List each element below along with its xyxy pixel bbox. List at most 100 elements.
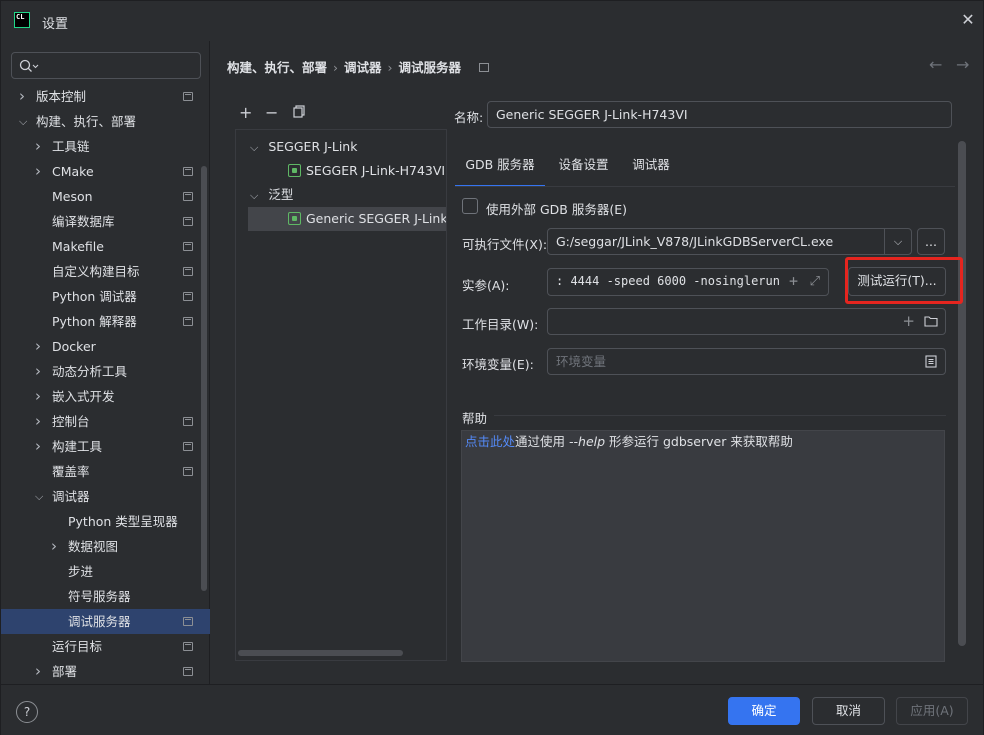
ok-button[interactable]: 确定	[728, 697, 800, 725]
breadcrumb-part[interactable]: 调试器	[344, 60, 382, 75]
sidebar-scrollbar[interactable]	[201, 166, 207, 591]
name-field[interactable]: Generic SEGGER J-Link-H743VI	[487, 101, 952, 128]
main-panel: 构建、执行、部署 › 调试器 › 调试服务器 ← → + − ⌵ SEGGER J-Lin…	[211, 41, 983, 684]
chevron-right-icon[interactable]: ›	[35, 134, 47, 159]
chevron-right-icon[interactable]: ›	[19, 84, 31, 109]
page-icon	[183, 192, 193, 201]
sidebar-item[interactable]: › Docker	[1, 334, 210, 359]
use-external-gdb-checkbox[interactable]	[462, 198, 478, 214]
sidebar-item[interactable]: › 控制台	[1, 409, 210, 434]
forward-arrow-icon[interactable]: →	[956, 55, 969, 74]
tab-gdb-server[interactable]: GDB 服务器	[455, 153, 545, 187]
copy-config-button[interactable]	[293, 105, 305, 121]
sidebar-item[interactable]: › CMake	[1, 159, 210, 184]
sidebar-item[interactable]: Python 调试器	[1, 284, 210, 309]
search-input[interactable]	[11, 52, 201, 79]
chevron-down-icon: ⌵	[250, 189, 259, 202]
sidebar-item-label: CMake	[52, 164, 94, 179]
workdir-field[interactable]: +	[547, 308, 946, 335]
list-horizontal-scrollbar[interactable]	[238, 650, 403, 656]
sidebar-item-label: 数据视图	[68, 539, 119, 554]
plus-icon[interactable]: +	[902, 309, 915, 334]
sidebar-item[interactable]: 调试服务器	[1, 609, 210, 634]
list-icon[interactable]	[925, 355, 937, 368]
chevron-right-icon[interactable]: ›	[51, 534, 63, 559]
sidebar-item[interactable]: › 嵌入式开发	[1, 384, 210, 409]
page-icon	[183, 442, 193, 451]
help-button[interactable]: ?	[16, 701, 38, 723]
list-group[interactable]: ⌵ SEGGER J-Link	[236, 135, 446, 159]
list-item-selected[interactable]: Generic SEGGER J-Link-H743VI	[248, 207, 446, 231]
cancel-button[interactable]: 取消	[812, 697, 885, 725]
sidebar-item-label: 调试服务器	[68, 614, 131, 629]
remove-config-button[interactable]: −	[265, 103, 278, 122]
tab-device-settings[interactable]: 设备设置	[551, 153, 616, 187]
sidebar-item[interactable]: 自定义构建目标	[1, 259, 210, 284]
chevron-right-icon[interactable]: ›	[35, 659, 47, 684]
breadcrumb-separator: ›	[333, 60, 339, 75]
list-group-label: SEGGER J-Link	[268, 139, 358, 154]
sidebar-item[interactable]: ⌵ 构建、执行、部署	[1, 109, 210, 134]
chevron-right-icon[interactable]: ›	[35, 334, 47, 359]
folder-icon[interactable]	[924, 315, 938, 327]
sidebar-item-label: 步进	[68, 564, 94, 579]
sidebar-item-label: 运行目标	[52, 639, 103, 654]
back-arrow-icon[interactable]: ←	[929, 55, 942, 74]
chevron-right-icon[interactable]: ›	[35, 359, 47, 384]
chevron-right-icon[interactable]: ›	[35, 434, 47, 459]
plus-icon[interactable]: +	[789, 269, 798, 294]
executable-combobox[interactable]: G:/seggar/JLink_V878/JLinkGDBServerCL.ex…	[547, 228, 912, 255]
env-field[interactable]: 环境变量	[547, 348, 946, 375]
use-external-gdb-label: 使用外部 GDB 服务器(E)	[486, 202, 627, 217]
sidebar-item[interactable]: › 工具链	[1, 134, 210, 159]
page-icon	[183, 217, 193, 226]
chevron-down-icon[interactable]: ⌵	[35, 484, 47, 509]
arguments-field[interactable]: : 4444 -speed 6000 -nosinglerun + ⤢	[547, 268, 829, 296]
chevron-down-icon: ⌵	[250, 141, 259, 154]
list-item-label: SEGGER J-Link-H743VI	[306, 163, 446, 178]
sidebar-item[interactable]: › 构建工具	[1, 434, 210, 459]
sidebar-item[interactable]: › 数据视图	[1, 534, 210, 559]
sidebar-item[interactable]: › 部署	[1, 659, 210, 684]
title-bar: CL 设置 ✕	[1, 1, 983, 41]
sidebar-item-label: 编译数据库	[52, 214, 115, 229]
breadcrumb: 构建、执行、部署 › 调试器 › 调试服务器	[227, 57, 490, 76]
sidebar-item[interactable]: 运行目标	[1, 634, 210, 659]
add-config-button[interactable]: +	[239, 103, 252, 122]
tab-debugger[interactable]: 调试器	[623, 153, 679, 187]
settings-sidebar: › 版本控制 ⌵ 构建、执行、部署 › 工具链 › CMake Meson 编译数据库 Makefi…	[1, 41, 210, 684]
browse-executable-button[interactable]: ...	[917, 228, 945, 255]
chevron-right-icon[interactable]: ›	[35, 384, 47, 409]
chevron-right-icon[interactable]: ›	[35, 159, 47, 184]
close-icon[interactable]: ✕	[959, 11, 977, 29]
help-link[interactable]: 点击此处	[465, 434, 515, 449]
page-icon	[479, 63, 490, 72]
chevron-down-icon[interactable]: ⌵	[884, 229, 911, 254]
apply-button[interactable]: 应用(A)	[896, 697, 968, 725]
form-scrollbar[interactable]	[958, 141, 966, 646]
sidebar-item[interactable]: Python 解释器	[1, 309, 210, 334]
chevron-down-icon[interactable]: ⌵	[19, 109, 31, 134]
sidebar-item[interactable]: 步进	[1, 559, 210, 584]
list-item[interactable]: SEGGER J-Link-H743VI	[236, 159, 446, 183]
sidebar-item[interactable]: ⌵ 调试器	[1, 484, 210, 509]
page-icon	[183, 667, 193, 676]
expand-icon[interactable]: ⤢	[810, 269, 820, 294]
sidebar-item[interactable]: Python 类型呈现器	[1, 509, 210, 534]
sidebar-item[interactable]: Makefile	[1, 234, 210, 259]
sidebar-item[interactable]: 覆盖率	[1, 459, 210, 484]
help-flag: --help	[569, 434, 606, 449]
list-group[interactable]: ⌵ 泛型	[236, 183, 446, 207]
sidebar-item[interactable]: 符号服务器	[1, 584, 210, 609]
sidebar-item[interactable]: 编译数据库	[1, 209, 210, 234]
sidebar-item[interactable]: Meson	[1, 184, 210, 209]
clion-logo-icon: CL	[14, 12, 30, 28]
config-icon	[288, 212, 301, 225]
sidebar-item[interactable]: › 动态分析工具	[1, 359, 210, 384]
sidebar-item[interactable]: › 版本控制	[1, 84, 210, 109]
highlight-box	[845, 257, 963, 304]
breadcrumb-part[interactable]: 构建、执行、部署	[227, 60, 327, 75]
sidebar-item-label: 工具链	[52, 139, 90, 154]
executable-label: 可执行文件(X):	[462, 237, 548, 252]
chevron-right-icon[interactable]: ›	[35, 409, 47, 434]
